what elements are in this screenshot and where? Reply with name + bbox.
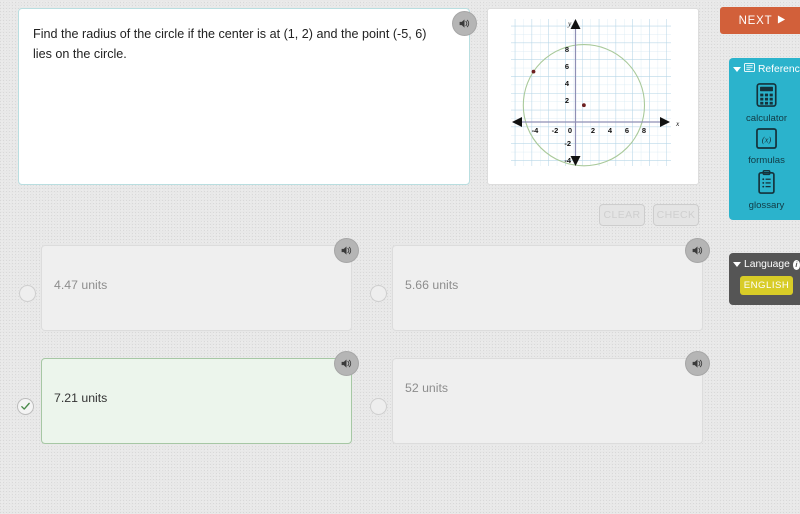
- caret-down-icon[interactable]: [733, 262, 741, 267]
- answer-option[interactable]: 4.47 units: [41, 238, 359, 331]
- answer-option[interactable]: 52 units: [392, 351, 710, 444]
- reference-item-glossary[interactable]: glossary: [729, 170, 800, 211]
- svg-text:x: x: [675, 119, 680, 128]
- language-panel: Language i ENGLISH: [729, 253, 800, 305]
- svg-text:-2: -2: [564, 139, 571, 148]
- reference-panel-title: Reference: [758, 63, 800, 75]
- next-button-label: NEXT: [738, 14, 773, 27]
- speaker-icon[interactable]: [685, 238, 710, 263]
- question-text: Find the radius of the circle if the cen…: [33, 27, 427, 61]
- svg-text:0: 0: [568, 126, 572, 135]
- action-button-row: CLEAR CHECK: [0, 204, 703, 226]
- svg-text:-2: -2: [552, 126, 559, 135]
- svg-text:6: 6: [625, 126, 629, 135]
- next-button[interactable]: NEXT: [720, 7, 800, 34]
- speaker-icon[interactable]: [685, 351, 710, 376]
- speaker-icon[interactable]: [334, 238, 359, 263]
- svg-text:6: 6: [565, 62, 569, 71]
- svg-text:2: 2: [591, 126, 595, 135]
- formulas-icon: (x): [756, 128, 777, 154]
- clipboard-icon: [757, 170, 776, 199]
- language-english-button[interactable]: ENGLISH: [740, 276, 793, 295]
- reference-item-label: glossary: [748, 200, 785, 211]
- reference-item-formulas[interactable]: (x) formulas: [729, 128, 800, 166]
- check-button[interactable]: CHECK: [653, 204, 699, 226]
- svg-text:-4: -4: [532, 126, 539, 135]
- question-panel: Find the radius of the circle if the cen…: [18, 8, 477, 185]
- answer-radio[interactable]: [370, 398, 387, 415]
- center-point: [582, 103, 586, 108]
- answer-radio[interactable]: [370, 285, 387, 302]
- answer-option-label: 7.21 units: [54, 391, 108, 405]
- point-on-circle: [531, 69, 536, 74]
- svg-text:8: 8: [565, 45, 569, 54]
- reference-book-icon: [744, 63, 755, 75]
- right-sidebar: NEXT Reference: [715, 0, 800, 514]
- play-triangle-icon: [777, 14, 786, 27]
- answer-option-selected[interactable]: 7.21 units: [41, 351, 359, 444]
- speaker-icon[interactable]: [452, 11, 477, 36]
- reference-panel: Reference calculator: [729, 58, 800, 220]
- language-panel-title: Language: [744, 259, 790, 270]
- reference-panel-header[interactable]: Reference: [729, 58, 800, 79]
- clear-button[interactable]: CLEAR: [599, 204, 645, 226]
- reference-item-calculator[interactable]: calculator: [729, 83, 800, 124]
- answer-radio[interactable]: [19, 285, 36, 302]
- svg-text:-4: -4: [564, 156, 571, 165]
- answer-option-label: 5.66 units: [405, 278, 459, 292]
- reference-item-label: formulas: [748, 155, 785, 166]
- reference-item-label: calculator: [745, 113, 788, 124]
- svg-text:2: 2: [565, 96, 569, 105]
- caret-down-icon[interactable]: [733, 66, 741, 72]
- answer-option[interactable]: 5.66 units: [392, 238, 710, 331]
- checkmark-icon: [21, 402, 30, 410]
- coordinate-graph: y x -4 -2 0 2 4 6 8 8 6 4 2 -2 -4: [511, 19, 680, 167]
- svg-text:(x): (x): [762, 134, 772, 144]
- svg-text:8: 8: [642, 126, 646, 135]
- language-panel-header[interactable]: Language i: [729, 253, 800, 274]
- info-icon[interactable]: i: [792, 259, 800, 270]
- coordinate-graph-panel: y x -4 -2 0 2 4 6 8 8 6 4 2 -2 -4: [487, 8, 699, 185]
- answer-option-label: 4.47 units: [54, 278, 108, 292]
- speaker-icon[interactable]: [334, 351, 359, 376]
- calculator-icon: [756, 83, 777, 112]
- svg-text:y: y: [567, 19, 572, 28]
- answer-option-label: 52 units: [405, 381, 449, 395]
- answer-radio-selected[interactable]: [17, 398, 34, 415]
